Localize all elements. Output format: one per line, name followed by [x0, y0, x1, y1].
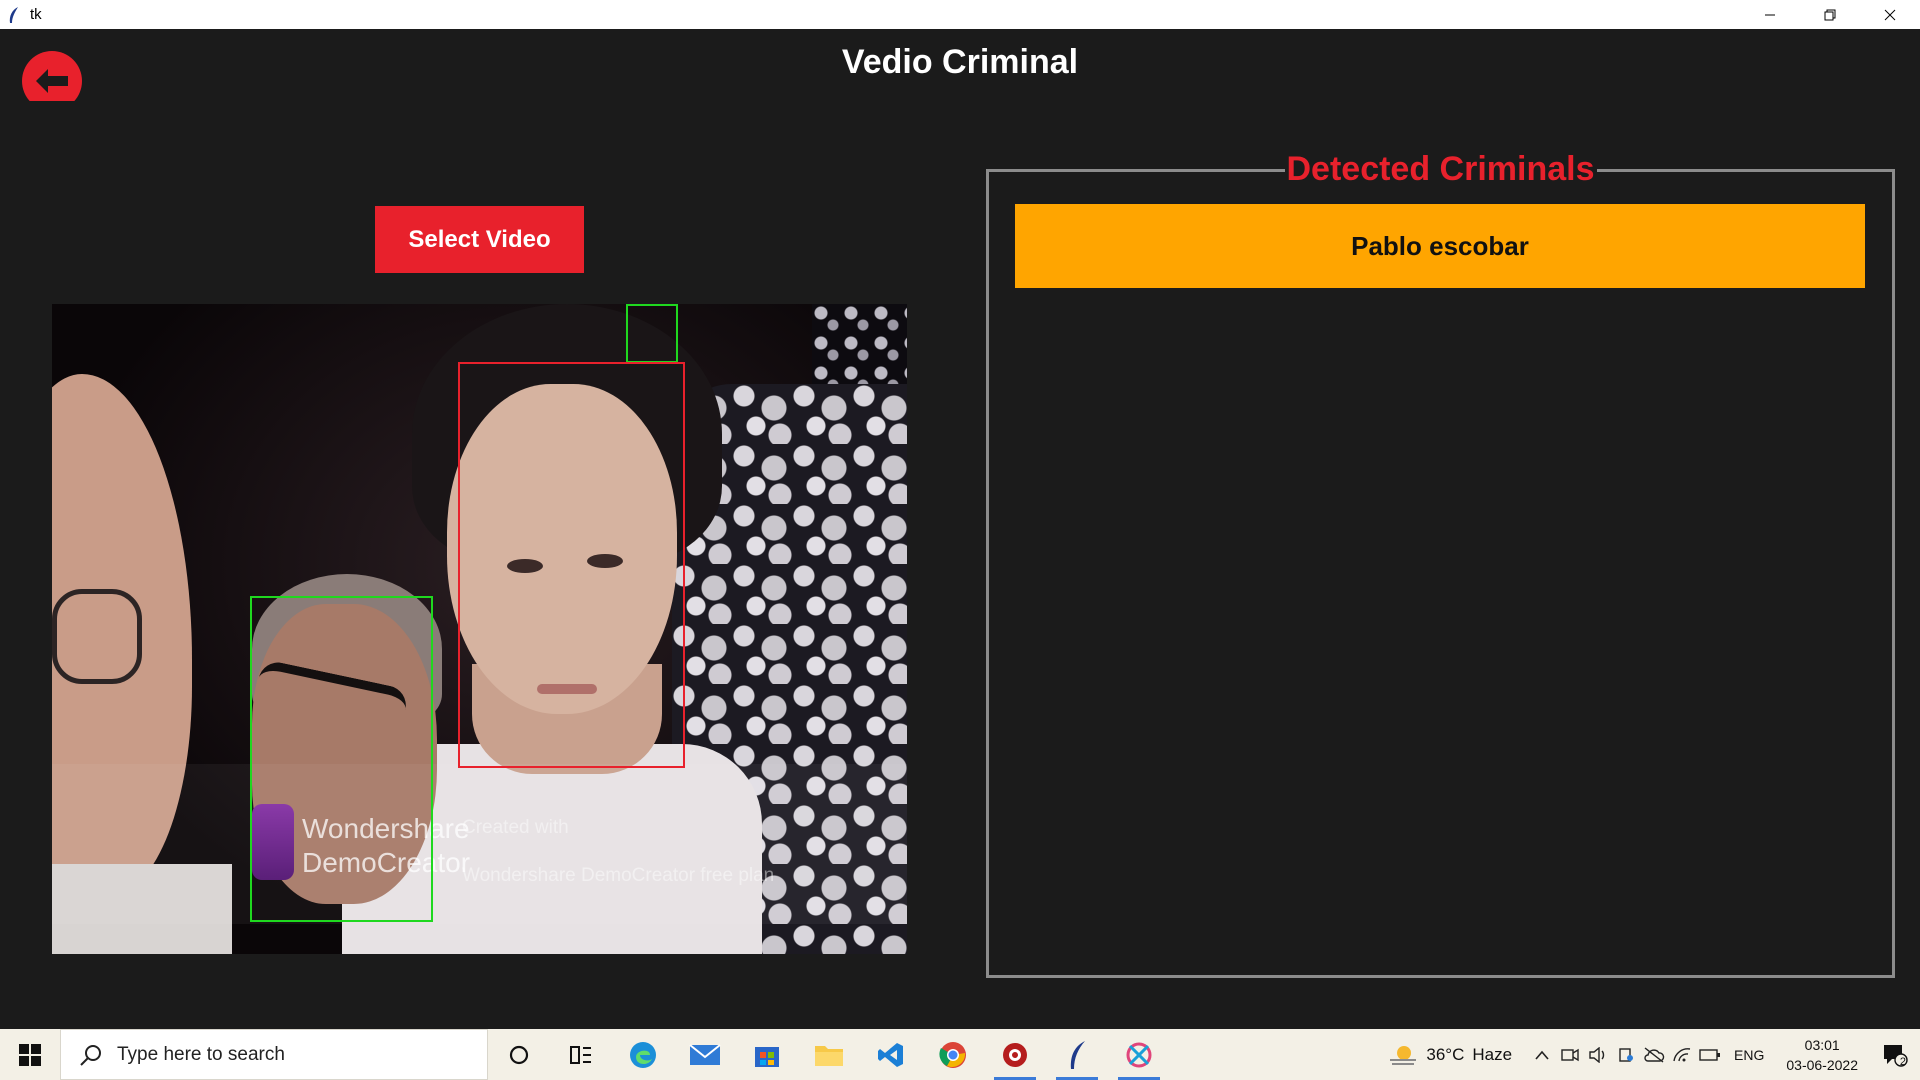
app-red-icon — [1003, 1042, 1027, 1067]
search-placeholder: Type here to search — [117, 1043, 285, 1065]
wifi-icon[interactable] — [1668, 1029, 1696, 1080]
file-explorer-button[interactable] — [798, 1029, 860, 1080]
windows-icon — [19, 1043, 41, 1066]
criminal-list-item[interactable]: Pablo escobar — [1015, 204, 1865, 288]
vscode-button[interactable] — [860, 1029, 922, 1080]
detected-criminals-title: Detected Criminals — [1284, 150, 1597, 188]
edge-icon — [630, 1041, 656, 1068]
snip-icon — [1126, 1042, 1152, 1067]
watermark-plan: Wondershare DemoCreator free plan — [462, 865, 775, 886]
watermark-created: Created with — [462, 817, 569, 838]
close-button[interactable] — [1860, 0, 1920, 29]
video-frame: Wondershare DemoCreator Created with Won… — [52, 304, 907, 954]
edge-button[interactable] — [612, 1029, 674, 1080]
task-view-button[interactable] — [550, 1029, 612, 1080]
face-box-green — [250, 596, 433, 922]
cortana-button[interactable] — [488, 1029, 550, 1080]
detected-criminals-panel — [986, 169, 1895, 978]
cloud-offline-icon[interactable] — [1640, 1029, 1668, 1080]
window-titlebar: tk — [0, 0, 1920, 29]
window-title: tk — [30, 6, 42, 23]
chevron-up-icon[interactable] — [1528, 1029, 1556, 1080]
task-view-icon — [570, 1045, 591, 1064]
notification-count: 2 — [1899, 1056, 1906, 1068]
select-video-button[interactable]: Select Video — [375, 206, 584, 273]
python-tk-button[interactable] — [1046, 1029, 1108, 1080]
python-tk-icon — [1070, 1040, 1085, 1069]
minimize-icon — [1765, 14, 1775, 15]
onedrive-icon[interactable] — [1612, 1029, 1640, 1080]
mail-icon — [689, 1043, 721, 1065]
volume-icon[interactable] — [1584, 1029, 1612, 1080]
close-icon — [1884, 9, 1896, 20]
chrome-button[interactable] — [922, 1029, 984, 1080]
haze-weather-icon — [1390, 1045, 1417, 1065]
store-icon — [755, 1046, 779, 1067]
restore-icon — [1824, 9, 1836, 20]
face-box-red — [458, 362, 685, 768]
clock[interactable]: 03:01 03-06-2022 — [1786, 1035, 1858, 1075]
page-title: Vedio Criminal — [841, 43, 1079, 81]
mail-button[interactable] — [674, 1029, 736, 1080]
weather-widget[interactable]: 36°C Haze — [1388, 1043, 1512, 1067]
vscode-icon — [878, 1042, 903, 1067]
taskbar: Type here to search 36°C Haze ENG 03:01 … — [0, 1029, 1920, 1080]
store-button[interactable] — [736, 1029, 798, 1080]
notification-button[interactable]: 2 — [1870, 1029, 1920, 1080]
file-explorer-icon — [815, 1045, 843, 1066]
feather-icon — [9, 6, 18, 23]
search-icon — [80, 1044, 101, 1066]
app-window: Vedio Criminal Select Video Wondershare … — [0, 29, 1920, 1029]
chrome-icon — [939, 1041, 966, 1068]
snip-button[interactable] — [1108, 1029, 1170, 1080]
meet-now-icon[interactable] — [1556, 1029, 1584, 1080]
system-tray: 36°C Haze ENG 03:01 03-06-2022 2 — [1388, 1029, 1920, 1080]
minimize-button[interactable] — [1740, 0, 1800, 29]
face-box-green — [626, 304, 678, 363]
language-indicator[interactable]: ENG — [1734, 1047, 1764, 1063]
restore-button[interactable] — [1800, 0, 1860, 29]
cortana-icon — [509, 1045, 529, 1064]
taskbar-search[interactable]: Type here to search — [60, 1029, 488, 1080]
app-red-button[interactable] — [984, 1029, 1046, 1080]
start-button[interactable] — [0, 1029, 60, 1080]
battery-icon[interactable] — [1696, 1029, 1724, 1080]
